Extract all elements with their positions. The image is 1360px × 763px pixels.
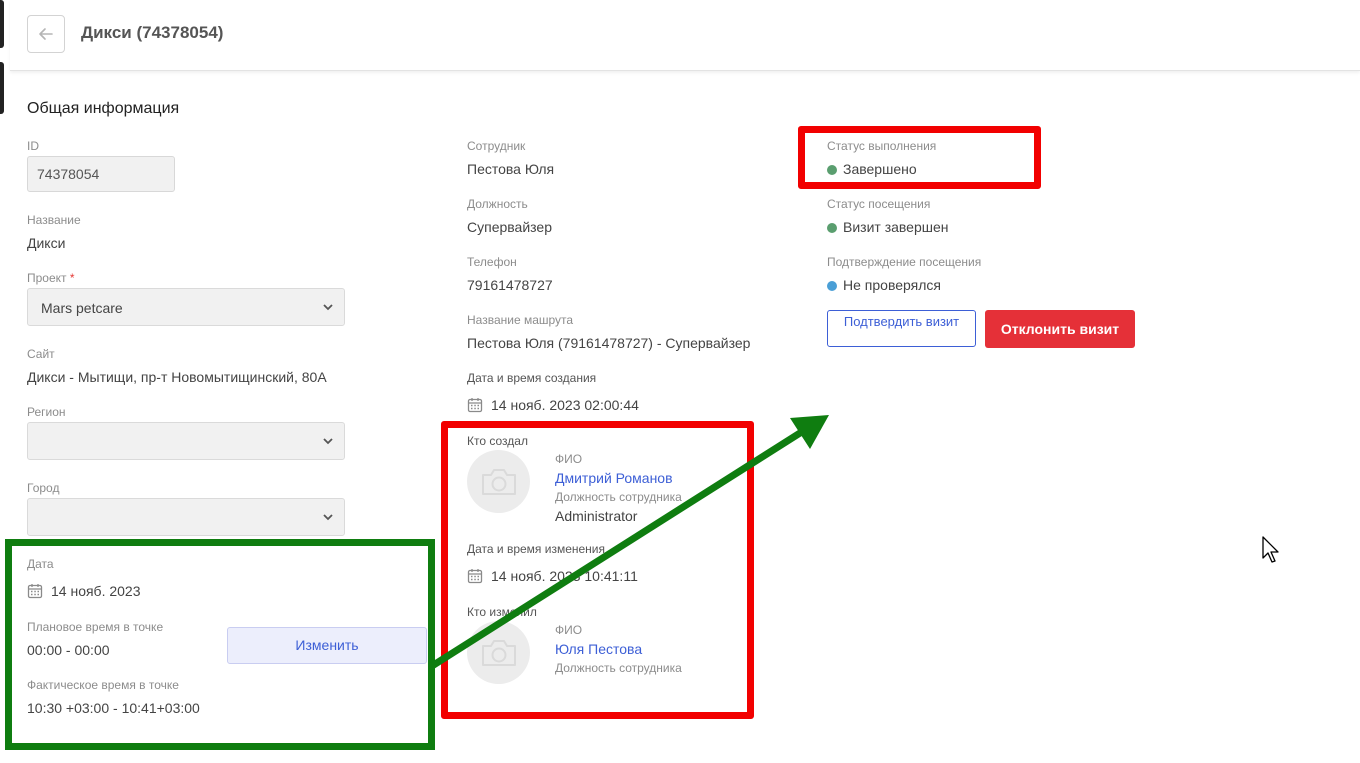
highlight-box-author <box>441 421 754 719</box>
id-label: ID <box>27 139 39 153</box>
side-tab-2[interactable] <box>0 62 4 114</box>
region-label: Регион <box>27 405 66 419</box>
city-label: Город <box>27 481 60 495</box>
route-label: Название машрута <box>467 313 574 327</box>
page-title: Дикси (74378054) <box>81 23 224 42</box>
site-label: Сайт <box>27 347 55 361</box>
section-title: Общая информация <box>27 100 180 117</box>
position-value: Супервайзер <box>467 219 552 235</box>
confirmation-value: Не проверялся <box>827 277 941 293</box>
city-select[interactable] <box>27 498 345 536</box>
status-dot-green <box>827 223 837 233</box>
reject-visit-button[interactable]: Отклонить визит <box>985 310 1135 348</box>
project-label: Проект * <box>27 271 75 285</box>
back-button[interactable] <box>27 15 65 53</box>
chevron-down-icon <box>323 304 333 311</box>
arrow-left-icon <box>39 28 53 40</box>
mouse-cursor-icon <box>1262 536 1279 563</box>
phone-label: Телефон <box>467 255 517 269</box>
chevron-down-icon <box>323 438 333 445</box>
chevron-down-icon <box>323 514 333 521</box>
required-mark: * <box>69 271 75 285</box>
name-value: Дикси <box>27 235 66 251</box>
confirmation-text: Не проверялся <box>843 277 941 293</box>
visit-status-label: Статус посещения <box>827 197 931 211</box>
confirm-visit-button[interactable]: Подтвердить визит <box>827 310 976 347</box>
position-label: Должность <box>467 197 528 211</box>
route-value: Пестова Юля (79161478727) - Супервайзер <box>467 335 751 351</box>
region-select[interactable] <box>27 422 345 460</box>
calendar-icon <box>467 398 483 413</box>
visit-status-text: Визит завершен <box>843 219 949 235</box>
highlight-box-status <box>798 126 1041 189</box>
created-at-label: Дата и время создания <box>467 371 597 385</box>
visit-status-value: Визит завершен <box>827 219 949 235</box>
site-value: Дикси - Мытищи, пр-т Новомытищинский, 80… <box>27 369 327 385</box>
confirmation-label: Подтверждение посещения <box>827 255 982 269</box>
id-field: 74378054 <box>27 156 175 192</box>
project-select[interactable]: Mars petcare <box>27 288 345 326</box>
employee-value: Пестова Юля <box>467 161 555 177</box>
highlight-box-date <box>5 539 435 750</box>
employee-label: Сотрудник <box>467 139 526 153</box>
created-at-value: 14 нояб. 2023 02:00:44 <box>491 397 639 413</box>
side-tab-1[interactable] <box>0 0 4 48</box>
project-select-value: Mars petcare <box>41 300 123 316</box>
phone-value: 79161478727 <box>467 277 553 293</box>
project-label-text: Проект <box>27 271 67 285</box>
status-dot-blue <box>827 281 837 291</box>
page-header: Дикси (74378054) <box>10 0 1360 71</box>
name-label: Название <box>27 213 81 227</box>
